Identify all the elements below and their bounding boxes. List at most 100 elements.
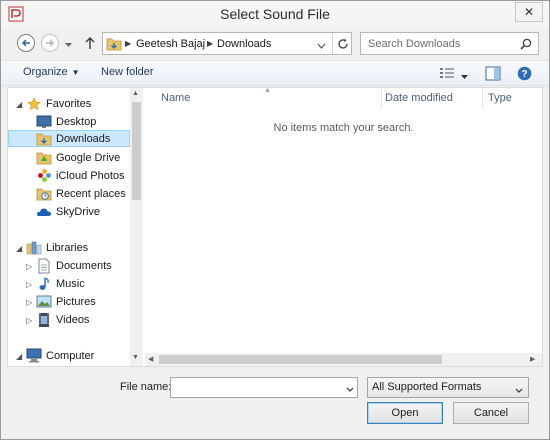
search-input[interactable]: Search Downloads bbox=[360, 32, 539, 55]
change-view-button[interactable] bbox=[439, 67, 455, 82]
more-views-dropdown[interactable] bbox=[461, 71, 468, 83]
tree-group-label: Favorites bbox=[46, 97, 92, 110]
libraries-icon bbox=[26, 240, 42, 256]
sidebar-item-label: Pictures bbox=[56, 295, 96, 308]
sort-ascending-icon: ▲ bbox=[264, 87, 271, 94]
sidebar-item-skydrive[interactable]: SkyDrive bbox=[36, 203, 100, 220]
forward-button[interactable] bbox=[41, 34, 59, 52]
back-arrow-icon bbox=[22, 39, 30, 47]
refresh-icon bbox=[337, 38, 348, 49]
organize-label: Organize bbox=[23, 66, 68, 78]
refresh-button[interactable] bbox=[332, 33, 352, 54]
music-icon bbox=[36, 276, 52, 292]
sidebar-item-label: Downloads bbox=[56, 132, 111, 145]
chevron-down-icon bbox=[346, 387, 354, 392]
breadcrumb-downloads[interactable]: Downloads bbox=[217, 38, 271, 50]
empty-message: No items match your search. bbox=[273, 122, 414, 134]
navigation-pane-scrollbar[interactable]: ▲ ▼ bbox=[130, 88, 143, 366]
sidebar-item-icloud-photos[interactable]: iCloud Photos bbox=[36, 167, 125, 184]
recent-locations-dropdown[interactable] bbox=[65, 39, 72, 51]
recent-places-icon bbox=[36, 186, 52, 202]
address-history-dropdown[interactable] bbox=[317, 40, 326, 52]
open-button[interactable]: Open bbox=[367, 402, 443, 424]
scrollbar-thumb[interactable] bbox=[132, 102, 141, 200]
collapse-libraries-icon[interactable]: ◢ bbox=[16, 244, 22, 253]
help-button[interactable]: ? bbox=[517, 66, 532, 84]
sidebar-item-label: SkyDrive bbox=[56, 205, 101, 218]
sidebar-item-downloads[interactable]: Downloads bbox=[8, 130, 130, 147]
organize-button[interactable]: Organize ▼ bbox=[23, 66, 80, 78]
chevron-down-icon bbox=[65, 43, 72, 47]
scroll-down-icon[interactable]: ▼ bbox=[132, 354, 139, 361]
help-icon: ? bbox=[517, 66, 532, 81]
collapse-favorites-icon[interactable]: ◢ bbox=[16, 100, 22, 109]
column-divider[interactable] bbox=[381, 88, 382, 108]
svg-text:?: ? bbox=[521, 69, 527, 80]
cancel-button[interactable]: Cancel bbox=[453, 402, 529, 424]
tree-group-label: Libraries bbox=[46, 241, 89, 254]
computer-icon bbox=[26, 348, 42, 364]
scroll-up-icon[interactable]: ▲ bbox=[132, 90, 139, 97]
folder-icon bbox=[106, 36, 122, 55]
breadcrumb-separator: ▶ bbox=[125, 39, 132, 48]
forward-arrow-icon bbox=[46, 39, 54, 47]
back-button[interactable] bbox=[17, 34, 35, 52]
scrollbar-thumb[interactable] bbox=[159, 355, 442, 364]
file-name-label: File name: bbox=[120, 381, 172, 393]
new-folder-button[interactable]: New folder bbox=[101, 66, 154, 78]
sidebar-item-desktop[interactable]: Desktop bbox=[36, 113, 96, 130]
column-divider[interactable] bbox=[482, 88, 483, 108]
expand-documents-icon[interactable]: ▷ bbox=[26, 262, 32, 271]
file-name-input[interactable] bbox=[170, 377, 358, 398]
tree-group-label: Computer bbox=[46, 349, 95, 362]
tree-group-computer[interactable]: Computer bbox=[26, 347, 94, 364]
column-header-name[interactable]: Name bbox=[161, 92, 190, 104]
navigation-bar: ▶ Geetesh Bajaj ▶ Downloads Search Downl… bbox=[1, 29, 549, 59]
skydrive-icon bbox=[36, 204, 52, 220]
search-icon[interactable] bbox=[520, 38, 532, 53]
scroll-left-icon[interactable]: ◀ bbox=[148, 355, 153, 363]
file-type-filter-select[interactable]: All Supported Formats bbox=[367, 377, 529, 398]
close-icon: ✕ bbox=[523, 5, 535, 19]
sidebar-item-videos[interactable]: Videos bbox=[36, 311, 89, 328]
scroll-right-icon[interactable]: ▶ bbox=[530, 355, 535, 363]
sidebar-item-label: iCloud Photos bbox=[56, 169, 125, 182]
expand-pictures-icon[interactable]: ▷ bbox=[26, 298, 32, 307]
address-bar[interactable]: ▶ Geetesh Bajaj ▶ Downloads bbox=[102, 32, 352, 55]
sidebar-item-google-drive[interactable]: Google Drive bbox=[36, 149, 120, 166]
chevron-down-icon bbox=[515, 384, 523, 396]
column-header-date-modified[interactable]: Date modified bbox=[385, 92, 453, 104]
file-list[interactable]: ▲ Name Date modified Type No items match… bbox=[145, 87, 542, 366]
tree-group-favorites[interactable]: Favorites bbox=[26, 95, 91, 112]
chevron-down-icon: ▼ bbox=[71, 68, 80, 77]
sidebar-item-pictures[interactable]: Pictures bbox=[36, 293, 96, 310]
navigation-pane[interactable]: ◢ Favorites Desktop Downloads Google Dri… bbox=[8, 88, 144, 366]
icloud-photos-icon bbox=[36, 168, 52, 184]
sidebar-item-music[interactable]: Music bbox=[36, 275, 85, 292]
expand-music-icon[interactable]: ▷ bbox=[26, 280, 32, 289]
breadcrumb-separator[interactable]: ▶ bbox=[207, 39, 213, 48]
up-button[interactable] bbox=[84, 36, 96, 53]
up-arrow-icon bbox=[85, 37, 95, 49]
sidebar-item-recent-places[interactable]: Recent places bbox=[36, 185, 126, 202]
preview-pane-button[interactable] bbox=[485, 66, 501, 84]
details-view-icon bbox=[440, 68, 454, 78]
sidebar-item-label: Google Drive bbox=[56, 151, 121, 164]
sidebar-item-documents[interactable]: Documents bbox=[36, 257, 112, 274]
expand-videos-icon[interactable]: ▷ bbox=[26, 316, 32, 325]
sidebar-item-label: Documents bbox=[56, 259, 112, 272]
tree-group-libraries[interactable]: Libraries bbox=[26, 239, 88, 256]
google-drive-icon bbox=[36, 150, 52, 166]
sidebar-item-label: Music bbox=[56, 277, 85, 290]
collapse-computer-icon[interactable]: ◢ bbox=[16, 352, 22, 361]
breadcrumb-geetesh-bajaj[interactable]: Geetesh Bajaj bbox=[136, 38, 205, 50]
sidebar-item-label: Recent places bbox=[56, 187, 126, 200]
file-list-horizontal-scrollbar[interactable]: ◀ ▶ bbox=[145, 353, 542, 366]
sidebar-item-label: Videos bbox=[56, 313, 90, 326]
sidebar-item-label: Desktop bbox=[56, 115, 97, 128]
column-header-type[interactable]: Type bbox=[488, 92, 512, 104]
chevron-down-icon bbox=[317, 43, 326, 49]
star-icon bbox=[26, 96, 42, 112]
chevron-down-icon bbox=[461, 75, 468, 79]
close-button[interactable]: ✕ bbox=[515, 2, 543, 22]
